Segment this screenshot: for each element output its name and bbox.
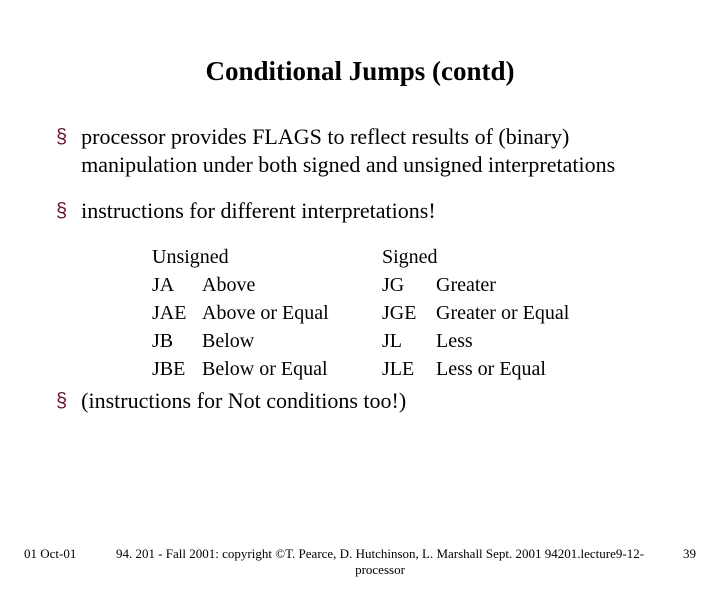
meaning: Less <box>428 327 588 355</box>
meaning: Below <box>198 327 358 355</box>
table-row: JBE Below or Equal <box>152 355 358 383</box>
footer-copyright: 94. 201 - Fall 2001: copyright ©T. Pearc… <box>90 546 670 578</box>
bullet-item: § processor provides FLAGS to reflect re… <box>56 123 680 179</box>
mnemonic: JG <box>382 271 428 299</box>
bullet-item: § (instructions for Not conditions too!) <box>56 387 680 415</box>
unsigned-header: Unsigned <box>152 243 358 271</box>
bullet-icon: § <box>56 387 67 415</box>
table-row: JL Less <box>382 327 588 355</box>
mnemonic: JA <box>152 271 198 299</box>
meaning: Greater or Equal <box>428 299 588 327</box>
bullet-text: (instructions for Not conditions too!) <box>81 387 406 415</box>
signed-header: Signed <box>382 243 588 271</box>
table-row: JAE Above or Equal <box>152 299 358 327</box>
instruction-table: Unsigned JA Above JAE Above or Equal JB … <box>152 243 680 383</box>
meaning: Above or Equal <box>198 299 358 327</box>
bullet-text: processor provides FLAGS to reflect resu… <box>81 123 680 179</box>
slide-footer: 01 Oct-01 94. 201 - Fall 2001: copyright… <box>0 546 720 578</box>
footer-date: 01 Oct-01 <box>0 546 90 562</box>
slide-title: Conditional Jumps (contd) <box>0 56 720 87</box>
mnemonic: JLE <box>382 355 428 383</box>
mnemonic: JBE <box>152 355 198 383</box>
meaning: Less or Equal <box>428 355 588 383</box>
bullet-item: § instructions for different interpretat… <box>56 197 680 225</box>
meaning: Below or Equal <box>198 355 358 383</box>
mnemonic: JL <box>382 327 428 355</box>
table-row: JB Below <box>152 327 358 355</box>
bullet-icon: § <box>56 197 67 225</box>
signed-column: Signed JG Greater JGE Greater or Equal J… <box>382 243 588 383</box>
unsigned-column: Unsigned JA Above JAE Above or Equal JB … <box>152 243 358 383</box>
bullet-text: instructions for different interpretatio… <box>81 197 436 225</box>
footer-page-number: 39 <box>670 546 720 562</box>
mnemonic: JAE <box>152 299 198 327</box>
table-row: JG Greater <box>382 271 588 299</box>
meaning: Above <box>198 271 358 299</box>
table-row: JGE Greater or Equal <box>382 299 588 327</box>
mnemonic: JGE <box>382 299 428 327</box>
meaning: Greater <box>428 271 588 299</box>
table-row: JA Above <box>152 271 358 299</box>
table-row: JLE Less or Equal <box>382 355 588 383</box>
bullet-icon: § <box>56 123 67 151</box>
slide-body: § processor provides FLAGS to reflect re… <box>56 123 680 415</box>
mnemonic: JB <box>152 327 198 355</box>
